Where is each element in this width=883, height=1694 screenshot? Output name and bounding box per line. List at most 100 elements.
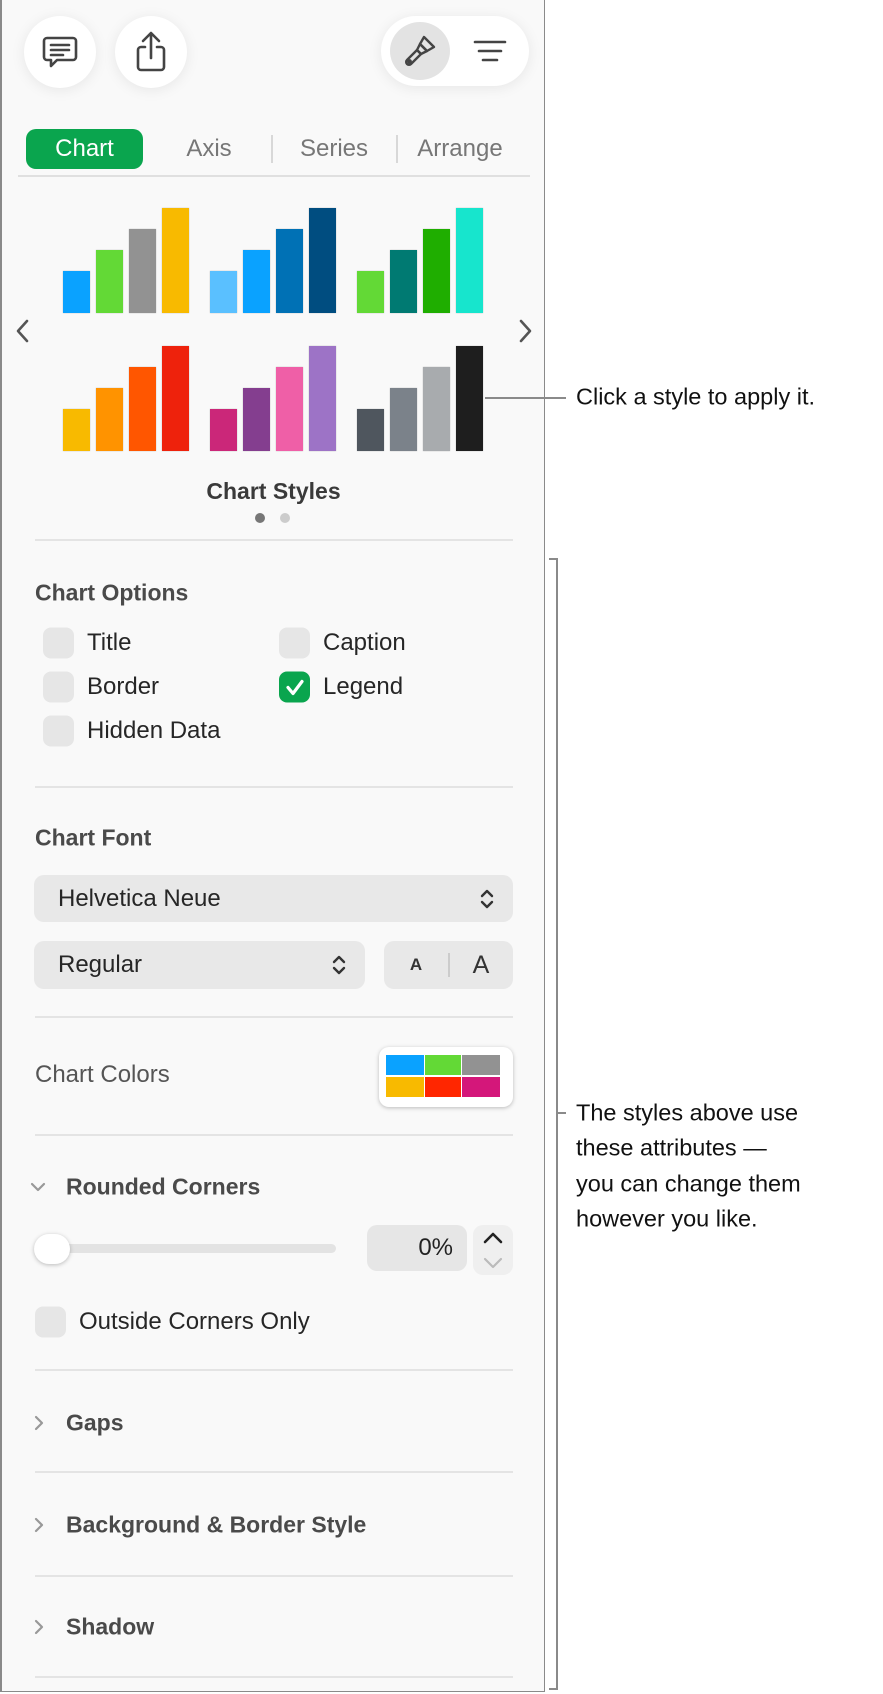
checkmark-icon xyxy=(285,679,304,695)
callout-styles: Click a style to apply it. xyxy=(576,383,816,410)
callout-bracket-top xyxy=(549,558,557,560)
up-down-chevron-icon xyxy=(332,955,346,975)
divider xyxy=(35,786,513,788)
tab-axis[interactable]: Axis xyxy=(167,129,251,169)
style-bar xyxy=(162,346,189,451)
slider-knob[interactable] xyxy=(34,1234,70,1264)
chevron-down-icon[interactable] xyxy=(29,1180,47,1194)
style-bar xyxy=(276,229,303,313)
font-style-value: Regular xyxy=(58,951,143,978)
style-bar xyxy=(423,229,450,313)
chart-style-thumbnail[interactable] xyxy=(210,341,338,453)
chart-options-heading: Chart Options xyxy=(35,579,189,606)
gaps-heading[interactable]: Gaps xyxy=(66,1410,124,1437)
hidden-data-checkbox[interactable] xyxy=(43,715,74,747)
style-bar xyxy=(63,409,90,451)
callout-bracket xyxy=(556,558,558,1690)
outside-corners-only-checkbox[interactable] xyxy=(35,1306,66,1338)
divider xyxy=(35,539,513,541)
tab-separator xyxy=(396,135,398,163)
style-bar xyxy=(309,208,336,313)
background-border-style-heading[interactable]: Background & Border Style xyxy=(66,1512,366,1539)
style-bar xyxy=(276,367,303,451)
tab-chart[interactable]: Chart xyxy=(26,129,143,169)
inspector-toggle-group xyxy=(381,16,529,86)
hidden-data-label: Hidden Data xyxy=(87,717,221,744)
chart-style-thumbnail[interactable] xyxy=(63,203,191,315)
share-icon xyxy=(136,31,166,72)
caption-label: Caption xyxy=(323,629,406,656)
previous-styles-button[interactable] xyxy=(12,316,34,351)
style-bar xyxy=(96,388,123,451)
callout-bracket-bottom xyxy=(549,1688,557,1690)
callout-bracket-tick xyxy=(556,1112,566,1114)
chart-style-thumbnail[interactable] xyxy=(210,203,338,315)
font-size-buttons: A A xyxy=(384,941,513,989)
chevron-right-icon xyxy=(519,319,532,343)
style-bar xyxy=(456,208,483,313)
outside-corners-only-label: Outside Corners Only xyxy=(79,1308,310,1335)
page-dot-active[interactable] xyxy=(255,513,265,523)
next-styles-button[interactable] xyxy=(514,316,536,351)
style-bar xyxy=(210,409,237,451)
chevron-right-icon[interactable] xyxy=(32,1414,46,1432)
comment-button[interactable] xyxy=(24,16,96,88)
tab-arrange[interactable]: Arrange xyxy=(404,129,516,169)
caption-checkbox[interactable] xyxy=(279,627,310,659)
color-swatch xyxy=(425,1077,461,1097)
divider xyxy=(35,1676,513,1678)
format-inspector-panel: Chart Axis Series Arrange Chart Styles C… xyxy=(0,0,545,1692)
style-bar xyxy=(96,250,123,313)
chart-style-thumbnail[interactable] xyxy=(357,203,485,315)
style-bar xyxy=(210,271,237,313)
style-bar xyxy=(63,271,90,313)
chevron-right-icon[interactable] xyxy=(32,1516,46,1534)
tab-series[interactable]: Series xyxy=(282,129,386,169)
up-down-chevron-icon xyxy=(480,889,494,909)
callout-leader-line xyxy=(485,397,566,399)
style-bar xyxy=(309,346,336,451)
format-button[interactable] xyxy=(390,22,450,80)
corner-radius-field[interactable]: 0% xyxy=(367,1225,467,1271)
font-family-select[interactable]: Helvetica Neue xyxy=(34,875,513,922)
chart-style-thumbnail[interactable] xyxy=(63,341,191,453)
style-bar xyxy=(357,409,384,451)
shadow-heading[interactable]: Shadow xyxy=(66,1614,154,1641)
callout-attributes-line: The styles above use xyxy=(576,1099,799,1126)
chart-font-heading: Chart Font xyxy=(35,824,152,851)
style-bar xyxy=(390,388,417,451)
decrease-font-size-button[interactable]: A xyxy=(384,941,448,989)
tab-underline xyxy=(18,175,530,177)
divider xyxy=(35,1471,513,1473)
tab-separator xyxy=(271,135,273,163)
chart-colors-button[interactable] xyxy=(379,1047,513,1107)
callout-attributes-line: you can change them xyxy=(576,1170,801,1197)
increase-font-size-button[interactable]: A xyxy=(449,941,513,989)
stepper-up-icon[interactable] xyxy=(481,1229,505,1247)
border-label: Border xyxy=(87,673,160,700)
stepper-down-icon[interactable] xyxy=(481,1255,505,1271)
rounded-corners-slider[interactable] xyxy=(34,1244,336,1253)
chart-style-thumbnail[interactable] xyxy=(357,341,485,453)
corner-radius-stepper[interactable] xyxy=(473,1225,513,1275)
title-checkbox[interactable] xyxy=(43,627,74,659)
share-button[interactable] xyxy=(115,16,187,88)
font-style-select[interactable]: Regular xyxy=(34,941,365,989)
divider xyxy=(35,1134,513,1136)
divider xyxy=(35,1369,513,1371)
organize-button[interactable] xyxy=(461,22,519,80)
style-bar xyxy=(357,271,384,313)
color-swatch xyxy=(386,1077,424,1097)
chevron-right-icon[interactable] xyxy=(32,1618,46,1636)
callout-attributes-line: however you like. xyxy=(576,1205,758,1232)
filter-lines-icon xyxy=(473,40,507,62)
rounded-corners-heading[interactable]: Rounded Corners xyxy=(66,1174,260,1201)
chart-styles-label: Chart Styles xyxy=(206,478,341,504)
divider xyxy=(35,1016,513,1018)
page-dot[interactable] xyxy=(280,513,290,523)
paintbrush-icon xyxy=(404,35,436,67)
color-swatch xyxy=(462,1077,500,1097)
border-checkbox[interactable] xyxy=(43,671,74,703)
chart-colors-label: Chart Colors xyxy=(35,1061,170,1088)
legend-checkbox[interactable] xyxy=(279,671,310,703)
